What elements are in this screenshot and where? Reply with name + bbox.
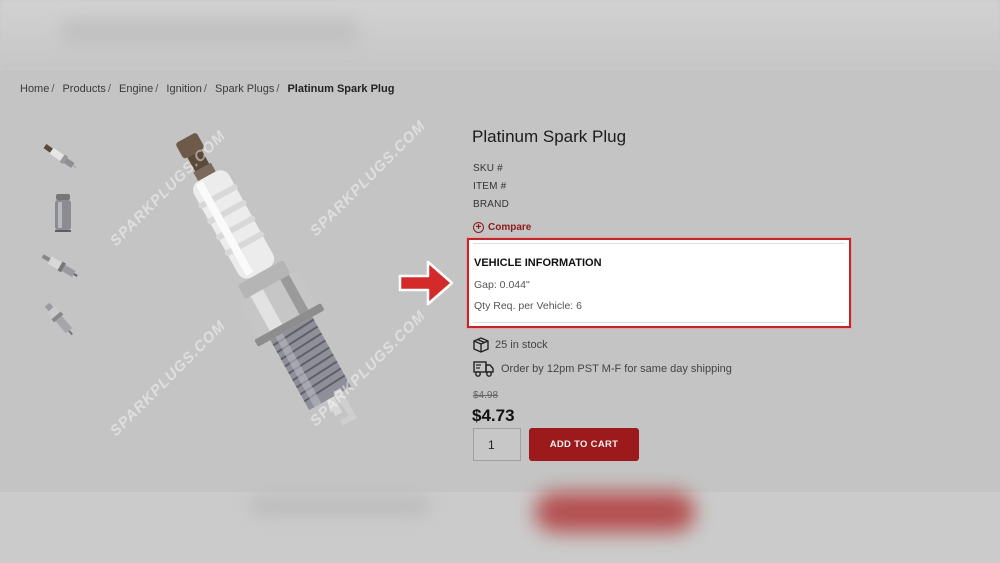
breadcrumb-engine[interactable]: Engine [119,83,153,95]
brand-label: BRAND [473,199,510,210]
stock-text: 25 in stock [495,339,548,351]
breadcrumb-home[interactable]: Home [20,83,49,95]
product-main-image[interactable]: SPARKPLUGS.COM SPARKPLUGS.COM SPARKPLUGS… [100,110,440,470]
thumbnail-1[interactable] [38,134,82,178]
sale-price: $4.73 [472,406,515,425]
thumbnail-3[interactable] [38,244,82,288]
breadcrumb-spark-plugs[interactable]: Spark Plugs [215,83,274,95]
qty-required-value: Qty Req. per Vehicle: 6 [474,300,582,312]
blurred-footer-button [535,492,695,532]
original-price: $4.98 [473,390,499,401]
add-to-cart-button[interactable]: ADD TO CART [529,428,639,461]
divider [473,243,845,244]
quantity-input[interactable] [473,428,521,461]
breadcrumb-current: Platinum Spark Plug [287,83,395,95]
vehicle-information-panel: VEHICLE INFORMATION Gap: 0.044" Qty Req.… [467,238,851,328]
vehicle-information-title: VEHICLE INFORMATION [474,257,602,269]
breadcrumb: Home / Products / Engine / Ignition / Spark … [20,83,395,95]
shipping-notice: Order by 12pm PST M-F for same day shipp… [473,360,732,378]
blurred-header-content [60,18,360,46]
compare-link[interactable]: + Compare [473,222,531,233]
sku-label: SKU # [473,163,503,174]
thumbnail-4[interactable] [38,298,82,342]
gap-value: Gap: 0.044" [474,279,530,291]
blurred-footer [0,492,1000,563]
box-icon [473,337,489,353]
breadcrumb-ignition[interactable]: Ignition [166,83,201,95]
plus-circle-icon: + [473,222,484,233]
shipping-text: Order by 12pm PST M-F for same day shipp… [501,363,732,375]
red-arrow-icon [398,260,454,306]
stock-status: 25 in stock [473,337,548,353]
item-label: ITEM # [473,181,507,192]
truck-icon [473,361,494,377]
thumbnail-2[interactable] [42,190,86,234]
compare-label: Compare [488,222,532,233]
blurred-footer-content [250,496,430,516]
divider [473,322,845,323]
product-title: Platinum Spark Plug [472,127,627,146]
breadcrumb-products[interactable]: Products [62,83,105,95]
